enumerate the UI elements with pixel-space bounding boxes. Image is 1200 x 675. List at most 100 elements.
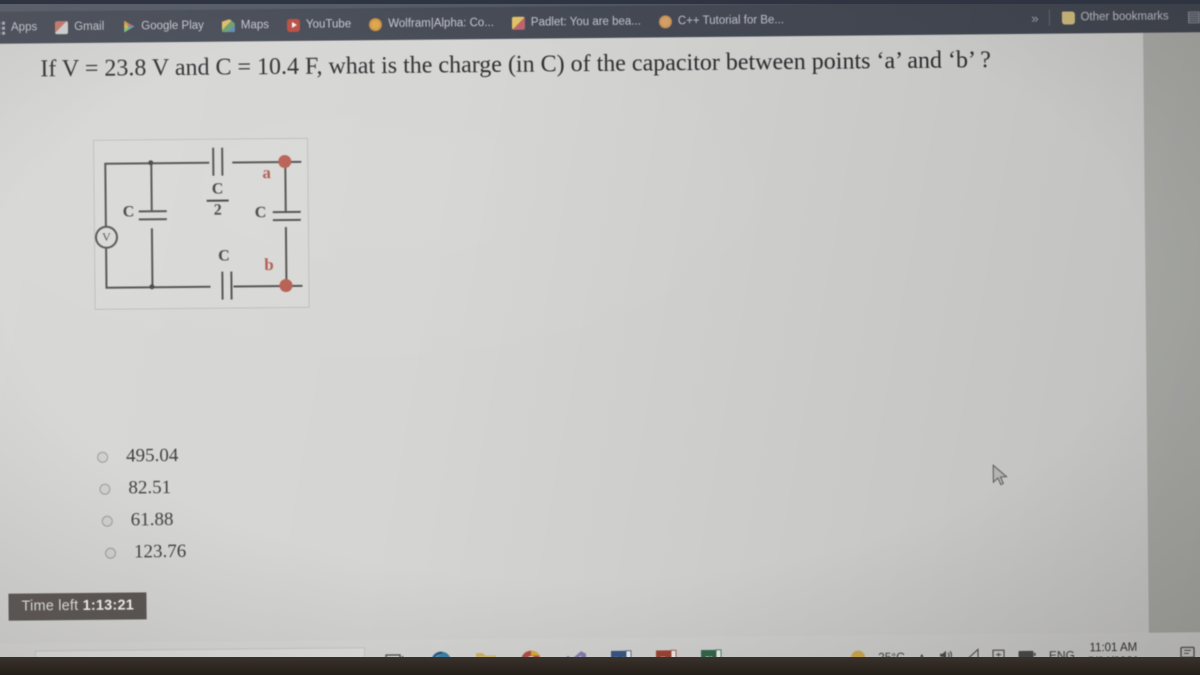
answer-option-4[interactable]: 123.76 <box>104 536 187 569</box>
bookmark-youtube[interactable]: YouTube <box>278 11 360 38</box>
clock[interactable]: 11:01 AM 5/24/2021 <box>1088 640 1139 669</box>
circuit-diagram: V C C 2 C C a b <box>93 137 310 310</box>
junction-node-bottom <box>149 284 155 290</box>
wire-top-left <box>104 161 210 165</box>
bookmark-google-play[interactable]: Google Play <box>113 13 213 40</box>
search-placeholder: Type here to search <box>72 656 188 673</box>
reading-list-button[interactable]: ▤ <box>1178 3 1200 29</box>
bookmark-cpp-tutorial[interactable]: C++ Tutorial for Be... <box>650 7 793 34</box>
battery-icon[interactable] <box>1018 649 1036 663</box>
capacitor-bottom-plate-right <box>230 271 233 300</box>
capacitor-mid-plate-top <box>138 210 167 213</box>
radio-button[interactable] <box>104 547 117 559</box>
terminal-b-dot <box>279 278 293 293</box>
task-view-icon[interactable] <box>385 651 407 673</box>
microsoft-edge-icon[interactable] <box>430 650 452 672</box>
apps-grid-icon <box>0 21 6 35</box>
cpp-tutorial-icon <box>658 14 672 28</box>
svg-text:W: W <box>614 655 625 667</box>
microsoft-word-icon[interactable]: W <box>610 649 632 671</box>
gmail-icon <box>55 20 69 34</box>
capacitor-right-plate-top <box>272 210 301 214</box>
capacitor-top-numerator: C <box>211 180 224 198</box>
answer-option-1[interactable]: 495.04 <box>97 440 186 473</box>
capacitor-top-plate-right <box>221 147 224 176</box>
capacitor-top-label: C 2 <box>206 180 229 220</box>
answer-label: 123.76 <box>133 540 187 563</box>
wire-mid-upper <box>150 162 153 211</box>
other-bookmarks-label: Other bookmarks <box>1080 10 1169 24</box>
voltage-source: V <box>94 225 119 249</box>
file-explorer-icon[interactable] <box>475 650 497 672</box>
quiz-page: If V = 23.8 V and C = 10.4 F, what is th… <box>0 32 1149 644</box>
taskbar-app-buttons: W P X <box>385 648 722 673</box>
language-indicator[interactable]: ENG <box>1049 648 1075 662</box>
microsoft-powerpoint-icon[interactable]: P <box>655 648 677 670</box>
screen-content: p.php?attempt=259226&cmid=114058&page=2 … <box>0 0 1200 675</box>
question-text: If V = 23.8 V and C = 10.4 F, what is th… <box>40 47 991 83</box>
wire-left-lower <box>105 248 108 289</box>
bookmark-wolframalpha[interactable]: Wolfram|Alpha: Co... <box>360 10 503 37</box>
bookmark-label: Apps <box>10 21 38 34</box>
microsoft-excel-icon[interactable]: X <box>700 648 722 670</box>
capacitor-top-plate-left <box>212 147 215 176</box>
svg-text:X: X <box>705 654 713 666</box>
answer-option-2[interactable]: 82.51 <box>99 472 186 505</box>
terminal-a-dot <box>278 154 292 169</box>
answer-label: 82.51 <box>128 477 172 499</box>
voltage-source-label: V <box>102 229 111 244</box>
vs-code-icon[interactable] <box>565 649 587 671</box>
bookmark-gmail[interactable]: Gmail <box>46 14 113 41</box>
other-bookmarks-button[interactable]: Other bookmarks <box>1052 3 1177 30</box>
clock-date: 5/24/2021 <box>1087 655 1140 669</box>
notification-icon[interactable] <box>1180 645 1197 666</box>
tray-expand-chevron-icon[interactable]: ∧ <box>918 650 926 663</box>
screen-photo: p.php?attempt=259226&cmid=114058&page=2 … <box>0 0 1200 675</box>
taskbar-search-box[interactable]: Type here to search <box>34 647 366 675</box>
answer-label: 61.88 <box>130 509 174 531</box>
bookmark-label: Google Play <box>141 19 204 33</box>
time-left-banner: Time left 1:13:21 <box>8 592 148 621</box>
wire-right-upper <box>284 165 287 212</box>
bookmarks-overflow-button[interactable]: » <box>1024 10 1045 25</box>
reading-list-icon: ▤ <box>1186 8 1200 26</box>
clock-time: 11:01 AM <box>1089 641 1138 654</box>
bookmark-label: YouTube <box>305 18 352 31</box>
folder-icon <box>1061 10 1075 25</box>
address-bar-url: p.php?attempt=259226&cmid=114058&page=2 <box>381 0 662 4</box>
start-button[interactable] <box>0 657 35 674</box>
apps-grid-icon-svg <box>0 21 6 35</box>
answer-options-list: 495.04 82.51 61.88 123.76 <box>97 440 186 569</box>
bookmark-padlet[interactable]: Padlet: You are bea... <box>503 9 650 36</box>
junction-node-top <box>148 160 154 166</box>
capacitor-bottom-label: C <box>218 247 230 265</box>
bookmark-maps[interactable]: Maps <box>213 12 278 39</box>
capacitor-top-denominator: 2 <box>213 201 222 219</box>
capacitor-mid-label: C <box>122 203 135 221</box>
radio-button[interactable] <box>97 451 109 463</box>
answer-option-3[interactable]: 61.88 <box>101 504 187 537</box>
system-tray: 25°C ∧ ENG 11:01 AM 5/24/2021 <box>850 633 1139 675</box>
bookmark-label: Padlet: You are bea... <box>530 15 641 29</box>
toolbar-divider <box>1048 9 1050 26</box>
weather-temperature[interactable]: 25°C <box>878 650 905 664</box>
network-icon[interactable] <box>965 648 979 664</box>
bookmark-apps[interactable]: Apps <box>0 14 46 41</box>
onedrive-icon[interactable] <box>992 648 1005 664</box>
wolfram-alpha-icon <box>369 17 383 31</box>
capacitor-right-label: C <box>254 204 267 222</box>
radio-button[interactable] <box>99 483 111 495</box>
time-left-value: 1:13:21 <box>82 597 135 614</box>
wire-mid-lower <box>150 228 154 289</box>
bookmark-label: C++ Tutorial for Be... <box>677 14 785 28</box>
google-play-icon <box>122 20 135 33</box>
radio-button[interactable] <box>101 515 113 527</box>
google-maps-icon <box>222 19 235 32</box>
time-left-prefix: Time left <box>21 598 79 615</box>
capacitor-bottom-plate-left <box>221 271 224 300</box>
search-icon <box>48 658 62 672</box>
volume-icon[interactable] <box>939 649 953 665</box>
terminal-b-label: b <box>264 255 274 275</box>
answer-label: 495.04 <box>125 445 179 467</box>
google-chrome-icon[interactable] <box>520 650 542 672</box>
